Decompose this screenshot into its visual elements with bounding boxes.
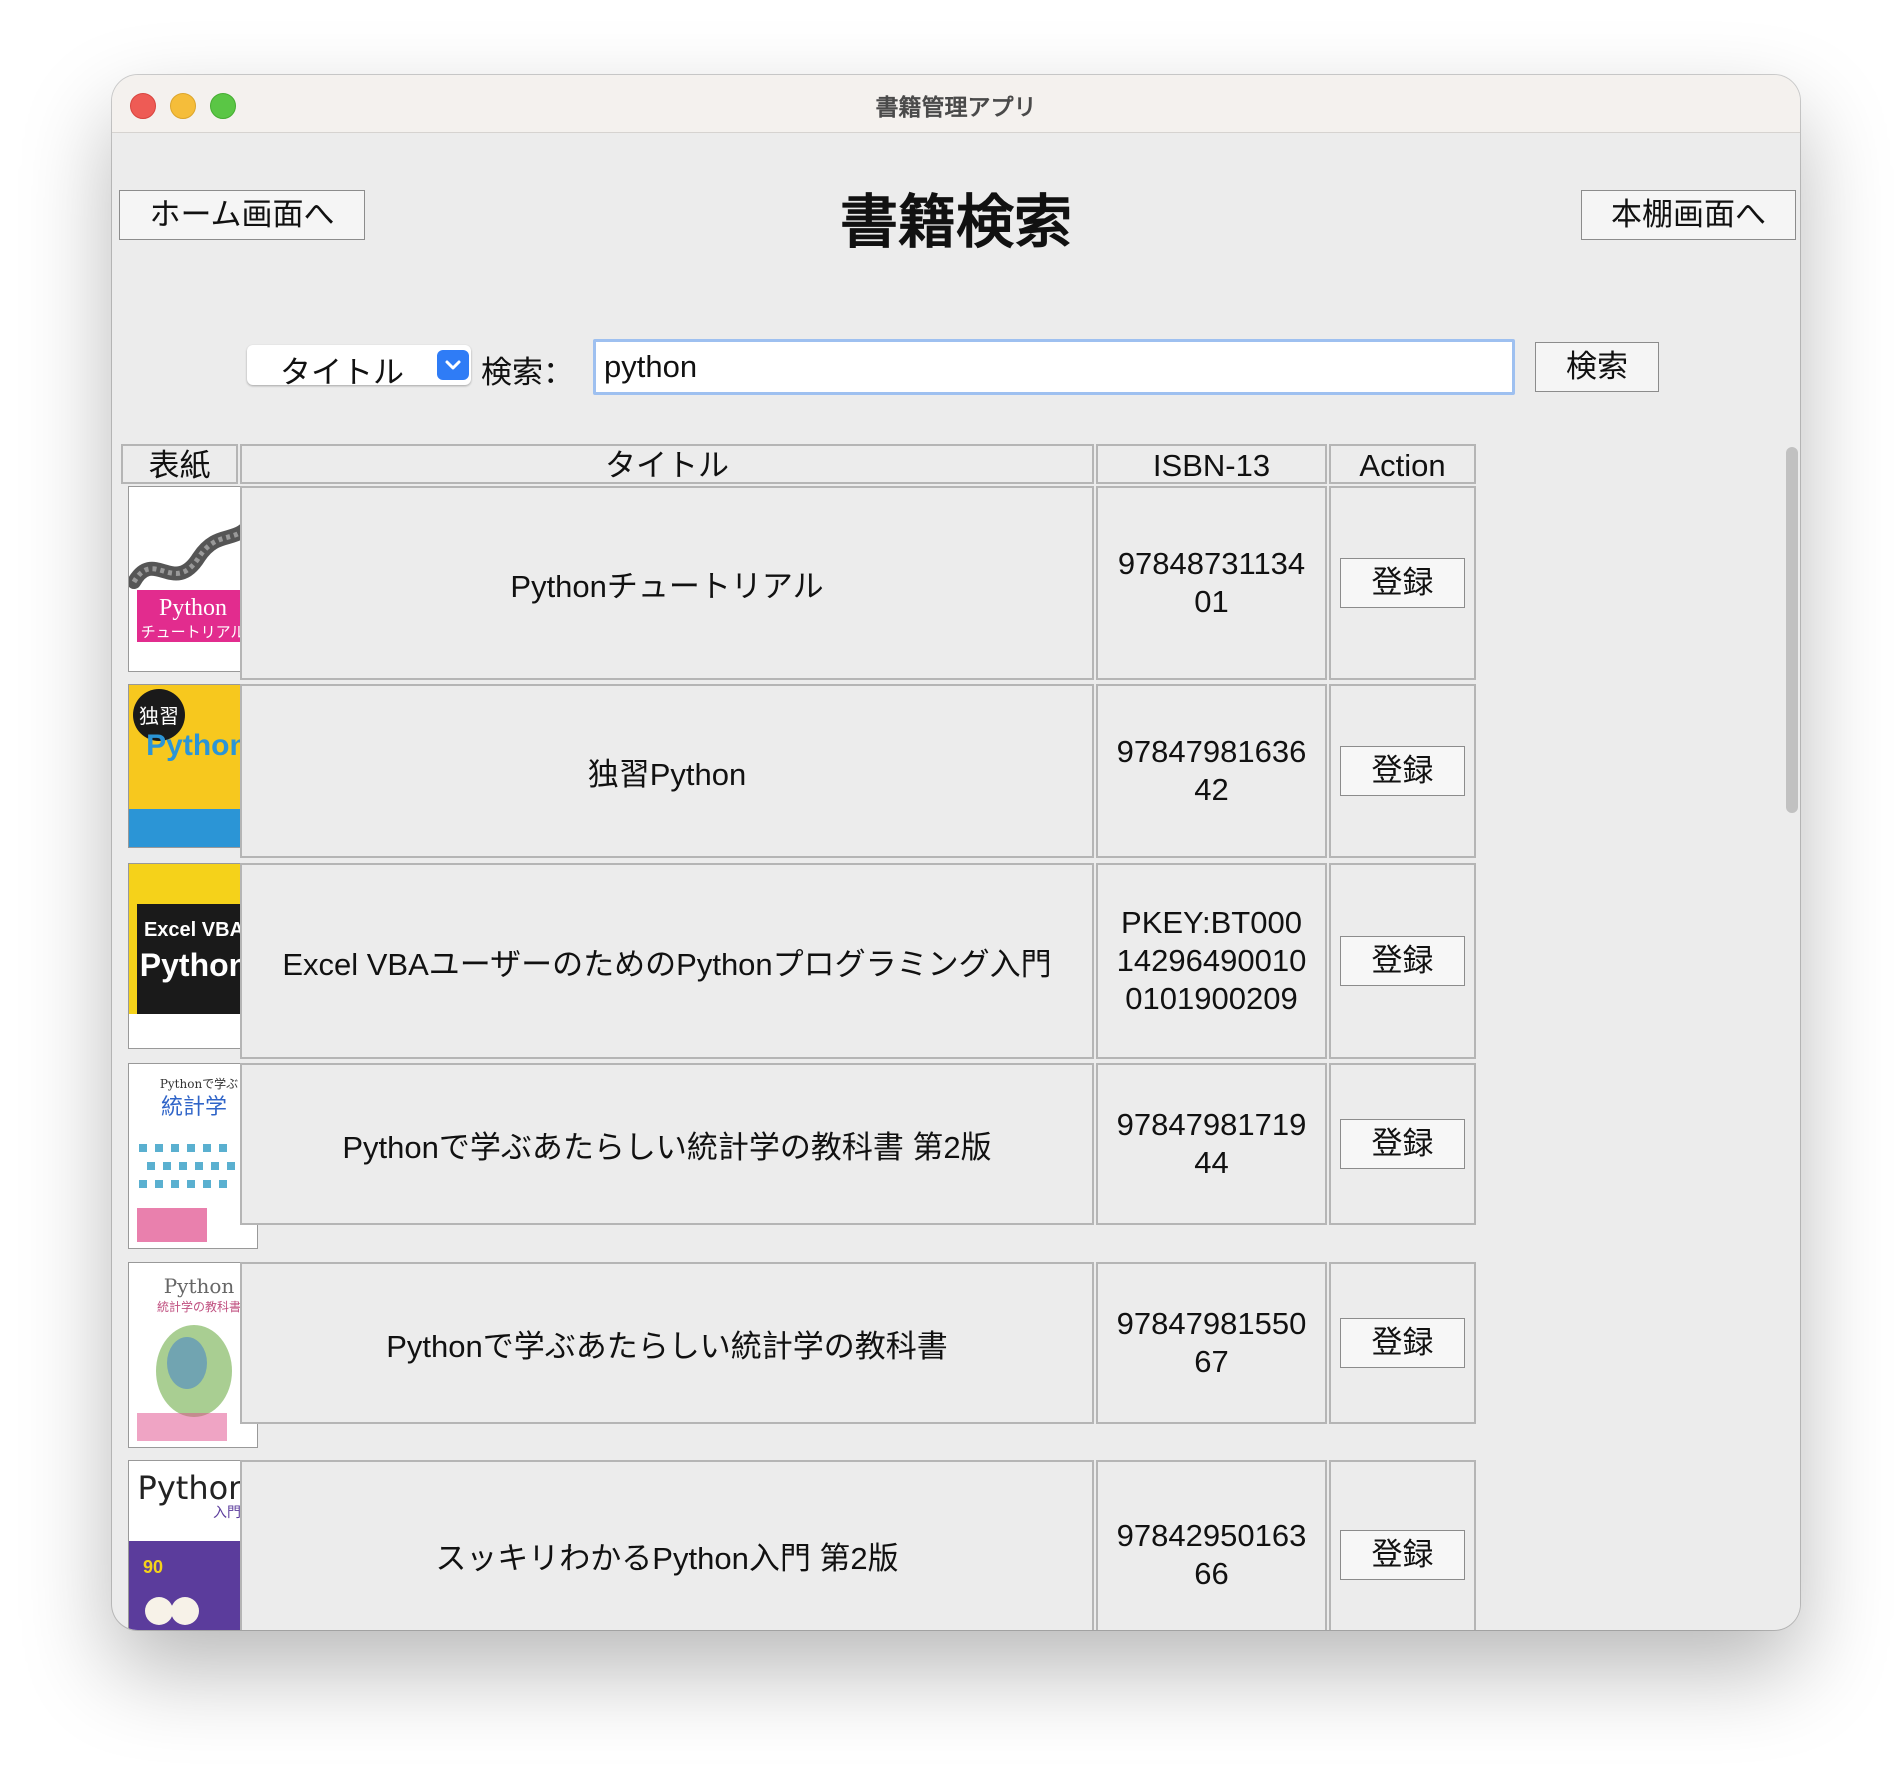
table-row-title: Pythonで学ぶあたらしい統計学の教科書 第2版 — [240, 1063, 1094, 1225]
table-row-isbn: 9784798171944 — [1096, 1063, 1327, 1225]
svg-text:Python: Python — [159, 595, 227, 621]
table-row-title: 独習Python — [240, 684, 1094, 858]
window-title: 書籍管理アプリ — [875, 94, 1037, 120]
table-row-isbn: 9784873113401 — [1096, 486, 1327, 680]
search-button[interactable]: 検索 — [1535, 342, 1659, 392]
table-row-title: スッキリわかるPython入門 第2版 — [240, 1460, 1094, 1630]
table-row-action: 登録 — [1329, 684, 1476, 858]
search-field-select[interactable]: タイトル — [247, 345, 471, 390]
svg-text:統計学: 統計学 — [161, 1095, 227, 1120]
results-table: 表紙 タイトル ISBN-13 Action Python チュートリアル Py… — [119, 438, 1779, 1630]
chevron-down-icon — [437, 350, 469, 380]
column-header-action: Action — [1329, 444, 1476, 484]
table-row-action: 登録 — [1329, 1063, 1476, 1225]
svg-text:90: 90 — [143, 1557, 163, 1577]
table-row-title: Excel VBAユーザーのためのPythonプログラミング入門 — [240, 863, 1094, 1059]
column-header-title: タイトル — [240, 444, 1094, 484]
book-cover-image: Python チュートリアル — [128, 486, 258, 672]
search-input[interactable] — [593, 339, 1515, 395]
bookshelf-button[interactable]: 本棚画面へ — [1581, 190, 1796, 240]
book-cover-image: 独習 Python — [128, 684, 258, 848]
search-label: 検索： — [481, 355, 574, 390]
register-button[interactable]: 登録 — [1340, 1318, 1465, 1368]
svg-text:Excel VBA: Excel VBA — [144, 919, 244, 941]
svg-text:入門: 入門 — [213, 1505, 241, 1521]
column-header-isbn: ISBN-13 — [1096, 444, 1327, 484]
register-button[interactable]: 登録 — [1340, 1119, 1465, 1169]
register-button[interactable]: 登録 — [1340, 558, 1465, 608]
register-button[interactable]: 登録 — [1340, 746, 1465, 796]
title-bar: 書籍管理アプリ — [112, 75, 1800, 133]
svg-text:Python: Python — [140, 947, 248, 983]
page-title: 書籍検索 — [839, 190, 1072, 255]
svg-text:Python: Python — [146, 729, 248, 762]
app-window: 書籍管理アプリ ホーム画面へ 書籍検索 本棚画面へ タイトル 検索： 検索 表紙… — [112, 75, 1800, 1630]
book-cover-image: Excel VBA Python — [128, 863, 258, 1049]
table-row-isbn: PKEY:BT000142964900100101900209 — [1096, 863, 1327, 1059]
table-row-title: Pythonで学ぶあたらしい統計学の教科書 — [240, 1262, 1094, 1424]
table-row-isbn: 9784295016366 — [1096, 1460, 1327, 1630]
book-cover-image: Python 統計学の教科書 — [128, 1262, 258, 1448]
svg-text:統計学の教科書: 統計学の教科書 — [157, 1299, 241, 1314]
svg-text:Python: Python — [138, 1469, 249, 1507]
book-cover-image: Python 入門 90 — [128, 1460, 258, 1630]
table-row-isbn: 9784798163642 — [1096, 684, 1327, 858]
scrollbar-thumb[interactable] — [1786, 447, 1798, 813]
table-row-action: 登録 — [1329, 1262, 1476, 1424]
register-button[interactable]: 登録 — [1340, 936, 1465, 986]
table-row-title: Pythonチュートリアル — [240, 486, 1094, 680]
table-row-action: 登録 — [1329, 486, 1476, 680]
svg-text:チュートリアル: チュートリアル — [141, 623, 246, 641]
table-row-isbn: 9784798155067 — [1096, 1262, 1327, 1424]
table-row-action: 登録 — [1329, 1460, 1476, 1630]
svg-text:Pythonで学ぶ: Pythonで学ぶ — [160, 1076, 238, 1091]
column-header-cover: 表紙 — [121, 444, 238, 484]
register-button[interactable]: 登録 — [1340, 1530, 1465, 1580]
svg-text:Python: Python — [164, 1274, 235, 1298]
svg-text:独習: 独習 — [139, 704, 179, 728]
search-field-select-value: タイトル — [280, 355, 404, 390]
table-row-action: 登録 — [1329, 863, 1476, 1059]
book-cover-image: Pythonで学ぶ 統計学 — [128, 1063, 258, 1249]
